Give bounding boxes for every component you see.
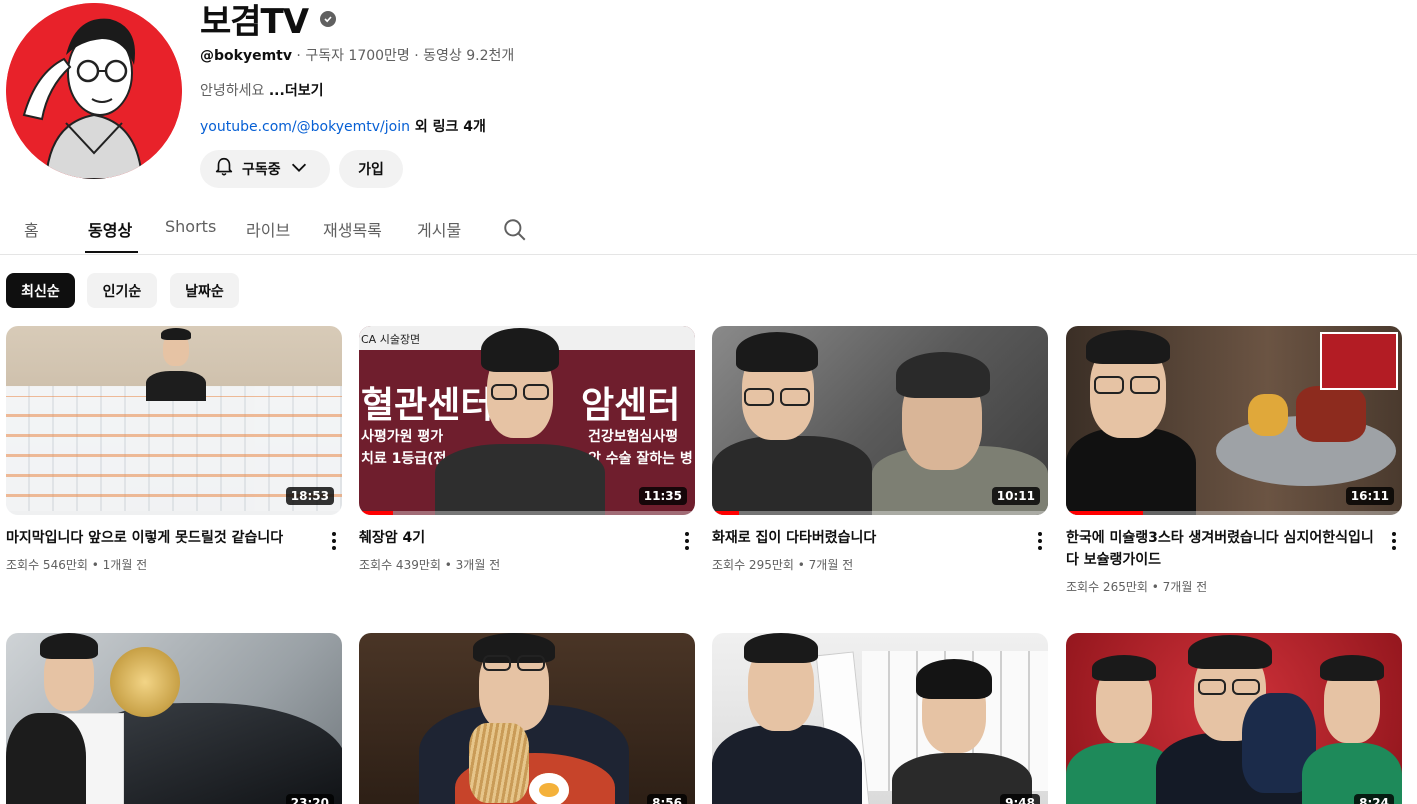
video-thumbnail[interactable]: 8:56 bbox=[359, 633, 695, 804]
video-card: 23:20 bbox=[6, 633, 342, 804]
video-title[interactable]: 화재로 집이 다타버렸습니다 bbox=[712, 527, 1022, 549]
video-duration: 11:35 bbox=[638, 487, 687, 505]
video-duration: 9:48 bbox=[1000, 794, 1040, 804]
video-age: 7개월 전 bbox=[808, 558, 854, 572]
more-actions-icon[interactable] bbox=[1386, 531, 1402, 551]
channel-name-text: 보겸TV bbox=[200, 2, 309, 42]
tab-posts[interactable]: 게시물 bbox=[417, 217, 461, 241]
description-text: 안녕하세요 bbox=[200, 83, 269, 99]
chip-oldest[interactable]: 날짜순 bbox=[170, 273, 239, 308]
video-duration: 10:11 bbox=[991, 487, 1040, 505]
thumb-text: 혈관센터 bbox=[361, 385, 494, 426]
video-duration: 23:20 bbox=[285, 794, 334, 804]
channel-tabs: 홈 동영상 Shorts 라이브 재생목록 게시물 bbox=[0, 203, 1417, 255]
progress-track bbox=[712, 511, 1048, 515]
video-title[interactable]: 췌장암 4기 bbox=[359, 527, 669, 549]
video-duration: 16:11 bbox=[1345, 487, 1394, 505]
watch-progress bbox=[712, 511, 739, 515]
subscribed-button[interactable]: 구독중 bbox=[200, 150, 330, 188]
video-thumbnail[interactable]: 23:20 bbox=[6, 633, 342, 804]
search-icon[interactable] bbox=[502, 217, 528, 247]
video-meta: 조회수 546만회 • 1개월 전 bbox=[6, 558, 148, 572]
video-duration: 18:53 bbox=[285, 487, 334, 505]
video-views: 조회수 295만회 bbox=[712, 558, 794, 572]
tab-shorts[interactable]: Shorts bbox=[165, 217, 216, 236]
tab-home[interactable]: 홈 bbox=[24, 217, 39, 241]
verified-icon bbox=[320, 10, 337, 27]
more-link[interactable]: ...더보기 bbox=[269, 83, 324, 99]
chip-latest[interactable]: 최신순 bbox=[6, 273, 75, 308]
video-age: 7개월 전 bbox=[1162, 580, 1208, 594]
video-meta: 조회수 295만회 • 7개월 전 bbox=[712, 558, 854, 572]
video-card: CA 시술장면 혈관센터 사평가원 평가 치료 1등급(전 암센터 건강보험심사… bbox=[359, 326, 695, 572]
video-duration: 8:56 bbox=[647, 794, 687, 804]
more-actions-icon[interactable] bbox=[326, 531, 342, 551]
video-thumbnail[interactable]: 10:11 bbox=[712, 326, 1048, 515]
channel-avatar bbox=[6, 3, 182, 179]
join-button[interactable]: 가입 bbox=[339, 150, 403, 188]
video-title[interactable]: 마지막입니다 앞으로 이렇게 못드릴것 같습니다 bbox=[6, 527, 316, 549]
subscribed-label: 구독중 bbox=[242, 162, 281, 178]
channel-meta: @bokyemtv · 구독자 1700만명 · 동영상 9.2천개 bbox=[200, 45, 514, 65]
video-card: 16:11 한국에 미슐랭3스타 생겨버렸습니다 심지어한식입니다 보슐랭가이드… bbox=[1066, 326, 1402, 594]
progress-track bbox=[6, 511, 342, 515]
video-views: 조회수 546만회 bbox=[6, 558, 88, 572]
watch-progress bbox=[1066, 511, 1144, 515]
video-thumbnail[interactable]: CA 시술장면 혈관센터 사평가원 평가 치료 1등급(전 암센터 건강보험심사… bbox=[359, 326, 695, 515]
video-card: 8:56 bbox=[359, 633, 695, 804]
video-age: 1개월 전 bbox=[102, 558, 148, 572]
video-meta: 조회수 439만회 • 3개월 전 bbox=[359, 558, 501, 572]
channel-links: youtube.com/@bokyemtv/join 외 링크 4개 bbox=[200, 116, 486, 136]
video-thumbnail[interactable]: 8:24 bbox=[1066, 633, 1402, 804]
video-meta: 조회수 265만회 • 7개월 전 bbox=[1066, 580, 1208, 594]
chevron-down-icon bbox=[288, 156, 310, 182]
more-actions-icon[interactable] bbox=[679, 531, 695, 551]
watch-progress bbox=[359, 511, 393, 515]
video-views: 조회수 439만회 bbox=[359, 558, 441, 572]
thumb-text: 암센터 bbox=[581, 385, 681, 426]
video-card: 18:53 마지막입니다 앞으로 이렇게 못드릴것 같습니다 조회수 546만회… bbox=[6, 326, 342, 572]
channel-name: 보겸TV bbox=[200, 0, 337, 43]
video-duration: 8:24 bbox=[1354, 794, 1394, 804]
thumb-caption: CA 시술장면 bbox=[361, 333, 421, 346]
channel-description: 안녕하세요 ...더보기 bbox=[200, 80, 323, 100]
channel-handle: @bokyemtv bbox=[200, 48, 292, 64]
progress-track bbox=[359, 511, 695, 515]
chip-popular[interactable]: 인기순 bbox=[87, 273, 157, 308]
tab-videos[interactable]: 동영상 bbox=[88, 217, 132, 241]
thumb-text: 암 수술 잘하는 병 bbox=[588, 451, 693, 467]
video-thumbnail[interactable]: 9:48 bbox=[712, 633, 1048, 804]
more-actions-icon[interactable] bbox=[1032, 531, 1048, 551]
video-thumbnail[interactable]: 16:11 bbox=[1066, 326, 1402, 515]
video-card: 10:11 화재로 집이 다타버렸습니다 조회수 295만회 • 7개월 전 bbox=[712, 326, 1048, 572]
thumb-text: 치료 1등급(전 bbox=[361, 451, 447, 467]
video-title[interactable]: 한국에 미슐랭3스타 생겨버렸습니다 심지어한식입니다 보슐랭가이드 bbox=[1066, 527, 1376, 571]
thumb-text: 건강보험심사평 bbox=[588, 429, 679, 445]
video-card: 8:24 bbox=[1066, 633, 1402, 804]
video-card: 9:48 bbox=[712, 633, 1048, 804]
thumb-text: 사평가원 평가 bbox=[361, 429, 444, 445]
bell-icon bbox=[213, 156, 235, 182]
video-age: 3개월 전 bbox=[455, 558, 501, 572]
more-links[interactable]: 외 링크 4개 bbox=[410, 119, 486, 135]
join-link[interactable]: youtube.com/@bokyemtv/join bbox=[200, 119, 410, 135]
active-tab-indicator bbox=[85, 251, 138, 253]
tab-live[interactable]: 라이브 bbox=[246, 217, 290, 241]
tab-playlists[interactable]: 재생목록 bbox=[323, 217, 382, 241]
video-views: 조회수 265만회 bbox=[1066, 580, 1148, 594]
video-thumbnail[interactable]: 18:53 bbox=[6, 326, 342, 515]
channel-stats: · 구독자 1700만명 · 동영상 9.2천개 bbox=[291, 48, 515, 64]
